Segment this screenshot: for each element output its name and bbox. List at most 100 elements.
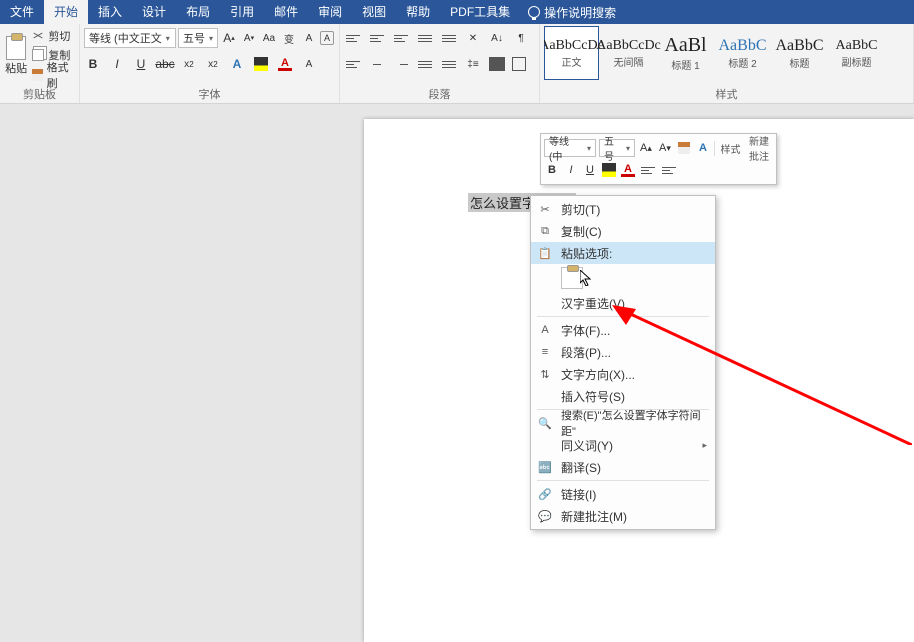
ctx-text-direction[interactable]: ⇅文字方向(X)...: [531, 363, 715, 385]
font-size-select[interactable]: 五号▾: [178, 28, 218, 48]
ctx-synonyms-label: 同义词(Y): [561, 437, 694, 454]
cut-button[interactable]: 剪切: [32, 27, 75, 45]
clear-formatting-button[interactable]: A: [300, 28, 318, 48]
underline-button[interactable]: U: [132, 54, 150, 74]
ctx-han-reselect[interactable]: 汉字重选(V): [531, 292, 715, 314]
translate-icon: 🔤: [537, 459, 553, 475]
distributed-button[interactable]: [440, 55, 458, 73]
scissors-icon: [32, 30, 44, 42]
mini-bullets[interactable]: [639, 161, 657, 179]
ctx-new-comment[interactable]: 💬新建批注(M): [531, 505, 715, 527]
mini-format-painter[interactable]: [676, 139, 692, 157]
bold-button[interactable]: B: [84, 54, 102, 74]
change-case-button[interactable]: Aa: [260, 28, 278, 48]
strikethrough-button[interactable]: abc: [156, 54, 174, 74]
ctx-synonyms[interactable]: 同义词(Y): [531, 434, 715, 456]
tab-pdf-tools[interactable]: PDF工具集: [440, 0, 520, 24]
mini-font-size[interactable]: 五号▾: [599, 139, 635, 157]
phonetic-guide-button[interactable]: 变: [280, 28, 298, 48]
ctx-translate[interactable]: 🔤翻译(S): [531, 456, 715, 478]
asian-layout-button[interactable]: ✕: [464, 28, 482, 48]
italic-button[interactable]: I: [108, 54, 126, 74]
align-justify-button[interactable]: [416, 55, 434, 73]
enclose-chars-button[interactable]: A: [320, 31, 334, 45]
mini-grow-font[interactable]: A▴: [638, 139, 654, 157]
mini-styles[interactable]: 样式: [714, 141, 742, 156]
align-right-button[interactable]: [392, 55, 410, 73]
mini-font-color2[interactable]: A: [695, 139, 711, 157]
show-marks-button[interactable]: ¶: [512, 28, 530, 48]
format-painter-button[interactable]: 格式刷: [32, 66, 75, 84]
tab-file[interactable]: 文件: [0, 0, 44, 24]
font-color-icon: A: [278, 57, 292, 71]
mini-highlight[interactable]: [601, 161, 617, 179]
mini-bold[interactable]: B: [544, 161, 560, 179]
style-name: 正文: [562, 54, 582, 69]
style-subtitle[interactable]: AaBbC副标题: [829, 26, 884, 80]
numbering-button[interactable]: [368, 29, 386, 47]
mini-font-name[interactable]: 等线 (中▾: [544, 139, 596, 157]
font-name-select[interactable]: 等线 (中文正文▾: [84, 28, 176, 48]
mini-toolbar: 等线 (中▾ 五号▾ A▴ A▾ A 样式 新建 批注 B I U A: [540, 133, 777, 185]
style-normal[interactable]: AaBbCcDc正文: [544, 26, 599, 80]
mini-shrink-font[interactable]: A▾: [657, 139, 673, 157]
subscript-button[interactable]: x2: [180, 54, 198, 74]
ctx-cut[interactable]: ✂剪切(T): [531, 198, 715, 220]
ctx-paragraph[interactable]: ≡段落(P)...: [531, 341, 715, 363]
style-name: 标题: [790, 55, 810, 70]
mini-italic[interactable]: I: [563, 161, 579, 179]
shrink-font-button[interactable]: A▾: [240, 28, 258, 48]
align-left-button[interactable]: [344, 55, 362, 73]
ctx-separator: [537, 480, 709, 481]
mini-font-color[interactable]: A: [620, 161, 636, 179]
align-center-button[interactable]: [368, 55, 386, 73]
ribbon: 粘贴 剪切 复制 格式刷 剪贴板 等线 (中文正文▾ 五号▾ A▴ A▾ Aa …: [0, 24, 914, 104]
mini-font-size-value: 五号: [604, 133, 622, 163]
tab-view[interactable]: 视图: [352, 0, 396, 24]
increase-indent-button[interactable]: [440, 29, 458, 47]
mini-underline[interactable]: U: [582, 161, 598, 179]
scissors-icon: ✂: [537, 201, 553, 217]
tab-help[interactable]: 帮助: [396, 0, 440, 24]
paste-label: 粘贴: [5, 60, 27, 76]
superscript-button[interactable]: x2: [204, 54, 222, 74]
ctx-search[interactable]: 🔍搜索(E)"怎么设置字体字符间距": [531, 412, 715, 434]
paste-button[interactable]: 粘贴: [4, 26, 28, 85]
tab-design[interactable]: 设计: [132, 0, 176, 24]
ctx-font[interactable]: A字体(F)...: [531, 319, 715, 341]
borders-button[interactable]: [512, 57, 526, 71]
tab-home[interactable]: 开始: [44, 0, 88, 24]
ctx-link[interactable]: 🔗链接(I): [531, 483, 715, 505]
tab-insert[interactable]: 插入: [88, 0, 132, 24]
highlight-button[interactable]: [252, 54, 270, 74]
shading-icon: [489, 57, 505, 71]
mini-font-name-value: 等线 (中: [549, 133, 583, 163]
tab-references[interactable]: 引用: [220, 0, 264, 24]
tab-review[interactable]: 审阅: [308, 0, 352, 24]
ctx-copy[interactable]: ⧉复制(C): [531, 220, 715, 242]
mini-new-comment[interactable]: 新建 批注: [745, 133, 773, 163]
ctx-paste-options-label: 粘贴选项:: [561, 245, 707, 262]
sort-button[interactable]: A↓: [488, 28, 506, 48]
text-effects-button[interactable]: A: [228, 54, 246, 74]
mini-numbering[interactable]: [660, 161, 678, 179]
grow-font-button[interactable]: A▴: [220, 28, 238, 48]
style-heading2[interactable]: AaBbC标题 2: [715, 26, 770, 80]
decrease-indent-button[interactable]: [416, 29, 434, 47]
font-color-button[interactable]: A: [276, 54, 294, 74]
tab-layout[interactable]: 布局: [176, 0, 220, 24]
char-shading-button[interactable]: A: [300, 54, 318, 74]
tab-mailings[interactable]: 邮件: [264, 0, 308, 24]
style-title[interactable]: AaBbC标题: [772, 26, 827, 80]
shading-button[interactable]: [488, 54, 506, 74]
tell-me-search[interactable]: 操作说明搜索: [520, 4, 624, 21]
style-no-spacing[interactable]: AaBbCcDc无间隔: [601, 26, 656, 80]
bullets-button[interactable]: [344, 29, 362, 47]
ctx-paste-option-keep-source[interactable]: [531, 264, 715, 292]
style-heading1[interactable]: AaBl标题 1: [658, 26, 713, 80]
link-icon: 🔗: [537, 486, 553, 502]
ctx-insert-symbol[interactable]: 插入符号(S): [531, 385, 715, 407]
clipboard-group-label: 剪贴板: [0, 87, 79, 103]
multilevel-list-button[interactable]: [392, 29, 410, 47]
line-spacing-button[interactable]: ‡≡: [464, 54, 482, 74]
